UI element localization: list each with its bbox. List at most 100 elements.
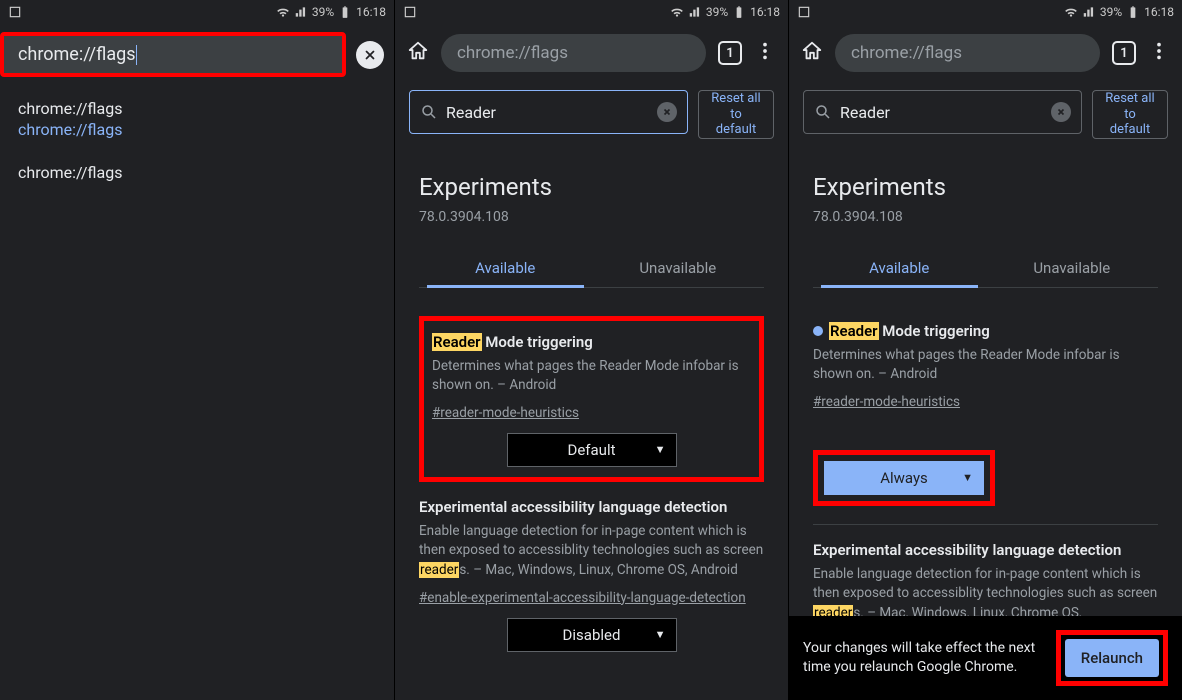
screen-1-address-edit: 39% 16:18 chrome://flags chrome://flags … <box>0 0 394 700</box>
flag-description: Determines what pages the Reader Mode in… <box>813 346 1158 385</box>
suggestion-item[interactable]: chrome://flags chrome://flags <box>18 85 376 139</box>
relaunch-bar: Your changes will take effect the next t… <box>789 616 1182 700</box>
status-bar: 39% 16:18 <box>789 0 1182 24</box>
screen-3-flags-always: 39% 16:18 chrome://flags 1 Reset all to … <box>788 0 1182 700</box>
home-button[interactable] <box>407 40 429 66</box>
modified-indicator-icon <box>813 326 823 336</box>
tab-available[interactable]: Available <box>419 247 592 287</box>
reset-all-button[interactable]: Reset all to default <box>1092 90 1168 139</box>
chevron-down-icon: ▼ <box>655 628 666 641</box>
suggestion-title: chrome://flags <box>18 99 376 118</box>
flags-tabs: Available Unavailable <box>813 247 1158 288</box>
clock: 16:18 <box>750 5 780 19</box>
flag-hash-link[interactable]: #reader-mode-heuristics <box>432 405 579 421</box>
highlight-reader-mode: Reader Mode triggering Determines what p… <box>419 316 764 482</box>
notification-icon <box>8 5 22 19</box>
status-bar: 39% 16:18 <box>0 0 394 24</box>
search-highlight: Reader <box>829 322 879 340</box>
flag-description: Enable language detection for in-page co… <box>813 565 1158 624</box>
flags-search-input[interactable] <box>446 103 649 122</box>
chevron-down-icon: ▼ <box>655 443 666 456</box>
flags-search-input[interactable] <box>840 103 1043 122</box>
notification-icon <box>403 5 417 19</box>
highlight-dropdown-always: Always ▼ <box>813 450 995 506</box>
flag-reader-mode: Reader Mode triggering Determines what p… <box>432 327 751 467</box>
tab-unavailable[interactable]: Unavailable <box>592 247 765 287</box>
chrome-version: 78.0.3904.108 <box>419 209 764 225</box>
status-bar: 39% 16:18 <box>395 0 788 24</box>
experiments-heading: Experiments <box>419 173 764 201</box>
home-icon <box>407 40 429 62</box>
url-bar[interactable]: chrome://flags <box>835 34 1100 72</box>
flags-tabs: Available Unavailable <box>419 247 764 288</box>
clock: 16:18 <box>356 5 386 19</box>
flag-title: Experimental accessibility language dete… <box>813 541 1158 559</box>
clear-search-button[interactable] <box>657 102 677 122</box>
battery-icon <box>732 5 746 19</box>
wifi-icon <box>276 5 290 19</box>
home-button[interactable] <box>801 40 823 66</box>
signal-icon <box>688 5 702 19</box>
flag-reader-mode: Reader Mode triggering Determines what p… <box>813 322 1158 525</box>
chevron-down-icon: ▼ <box>962 471 973 484</box>
flag-accessibility-lang: Experimental accessibility language dete… <box>419 482 764 670</box>
notification-icon <box>797 5 811 19</box>
tabs-button[interactable]: 1 <box>1112 41 1136 65</box>
flag-dropdown-disabled[interactable]: Disabled ▼ <box>507 618 677 652</box>
flag-dropdown-always[interactable]: Always ▼ <box>824 461 984 495</box>
search-icon <box>420 103 438 121</box>
flags-search-row: Reset all to default <box>789 82 1182 147</box>
tab-unavailable[interactable]: Unavailable <box>986 247 1159 287</box>
flags-search-field[interactable] <box>803 90 1082 134</box>
clear-address-button[interactable] <box>356 41 384 69</box>
overflow-menu-button[interactable] <box>754 40 776 66</box>
reset-all-button[interactable]: Reset all to default <box>698 90 774 139</box>
battery-icon <box>338 5 352 19</box>
relaunch-message: Your changes will take effect the next t… <box>803 639 1044 677</box>
flag-title: Experimental accessibility language dete… <box>419 498 764 516</box>
battery-icon <box>1126 5 1140 19</box>
flags-search-field[interactable] <box>409 90 688 134</box>
browser-toolbar: chrome://flags 1 <box>395 24 788 82</box>
relaunch-button[interactable]: Relaunch <box>1065 639 1159 677</box>
clear-search-button[interactable] <box>1051 102 1071 122</box>
suggestion-item[interactable]: chrome://flags <box>18 139 376 182</box>
address-bar-row: chrome://flags <box>0 24 394 85</box>
suggestion-url: chrome://flags <box>18 120 376 139</box>
more-vert-icon <box>1148 40 1170 62</box>
battery-percent: 39% <box>1100 5 1122 19</box>
experiments-heading: Experiments <box>813 173 1158 201</box>
address-input[interactable]: chrome://flags <box>18 44 136 65</box>
flag-title: Reader Mode triggering <box>432 333 751 351</box>
battery-percent: 39% <box>312 5 334 19</box>
url-bar[interactable]: chrome://flags <box>441 34 706 72</box>
overflow-menu-button[interactable] <box>1148 40 1170 66</box>
flag-title: Reader Mode triggering <box>813 322 1158 340</box>
more-vert-icon <box>754 40 776 62</box>
close-icon <box>662 107 672 117</box>
flag-title-rest: Mode triggering <box>482 333 593 351</box>
text-cursor <box>136 45 137 65</box>
home-icon <box>801 40 823 62</box>
signal-icon <box>1082 5 1096 19</box>
flag-hash-link[interactable]: #reader-mode-heuristics <box>813 394 960 410</box>
flag-title-rest: Mode triggering <box>879 322 990 340</box>
wifi-icon <box>1064 5 1078 19</box>
browser-toolbar: chrome://flags 1 <box>789 24 1182 82</box>
search-icon <box>814 103 832 121</box>
tabs-button[interactable]: 1 <box>718 41 742 65</box>
highlight-relaunch: Relaunch <box>1056 630 1168 686</box>
suggestion-list: chrome://flags chrome://flags chrome://f… <box>0 85 394 182</box>
wifi-icon <box>670 5 684 19</box>
search-highlight: reader <box>419 562 459 578</box>
flag-dropdown-default[interactable]: Default ▼ <box>507 433 677 467</box>
battery-percent: 39% <box>706 5 728 19</box>
clock: 16:18 <box>1144 5 1174 19</box>
flag-description: Determines what pages the Reader Mode in… <box>432 357 751 396</box>
flag-hash-link[interactable]: #enable-experimental-accessibility-langu… <box>419 590 746 606</box>
dropdown-value: Disabled <box>563 626 621 644</box>
screen-2-flags-default: 39% 16:18 chrome://flags 1 Reset all to … <box>394 0 788 700</box>
search-highlight: Reader <box>432 333 482 351</box>
tab-available[interactable]: Available <box>813 247 986 287</box>
dropdown-value: Default <box>568 441 616 459</box>
